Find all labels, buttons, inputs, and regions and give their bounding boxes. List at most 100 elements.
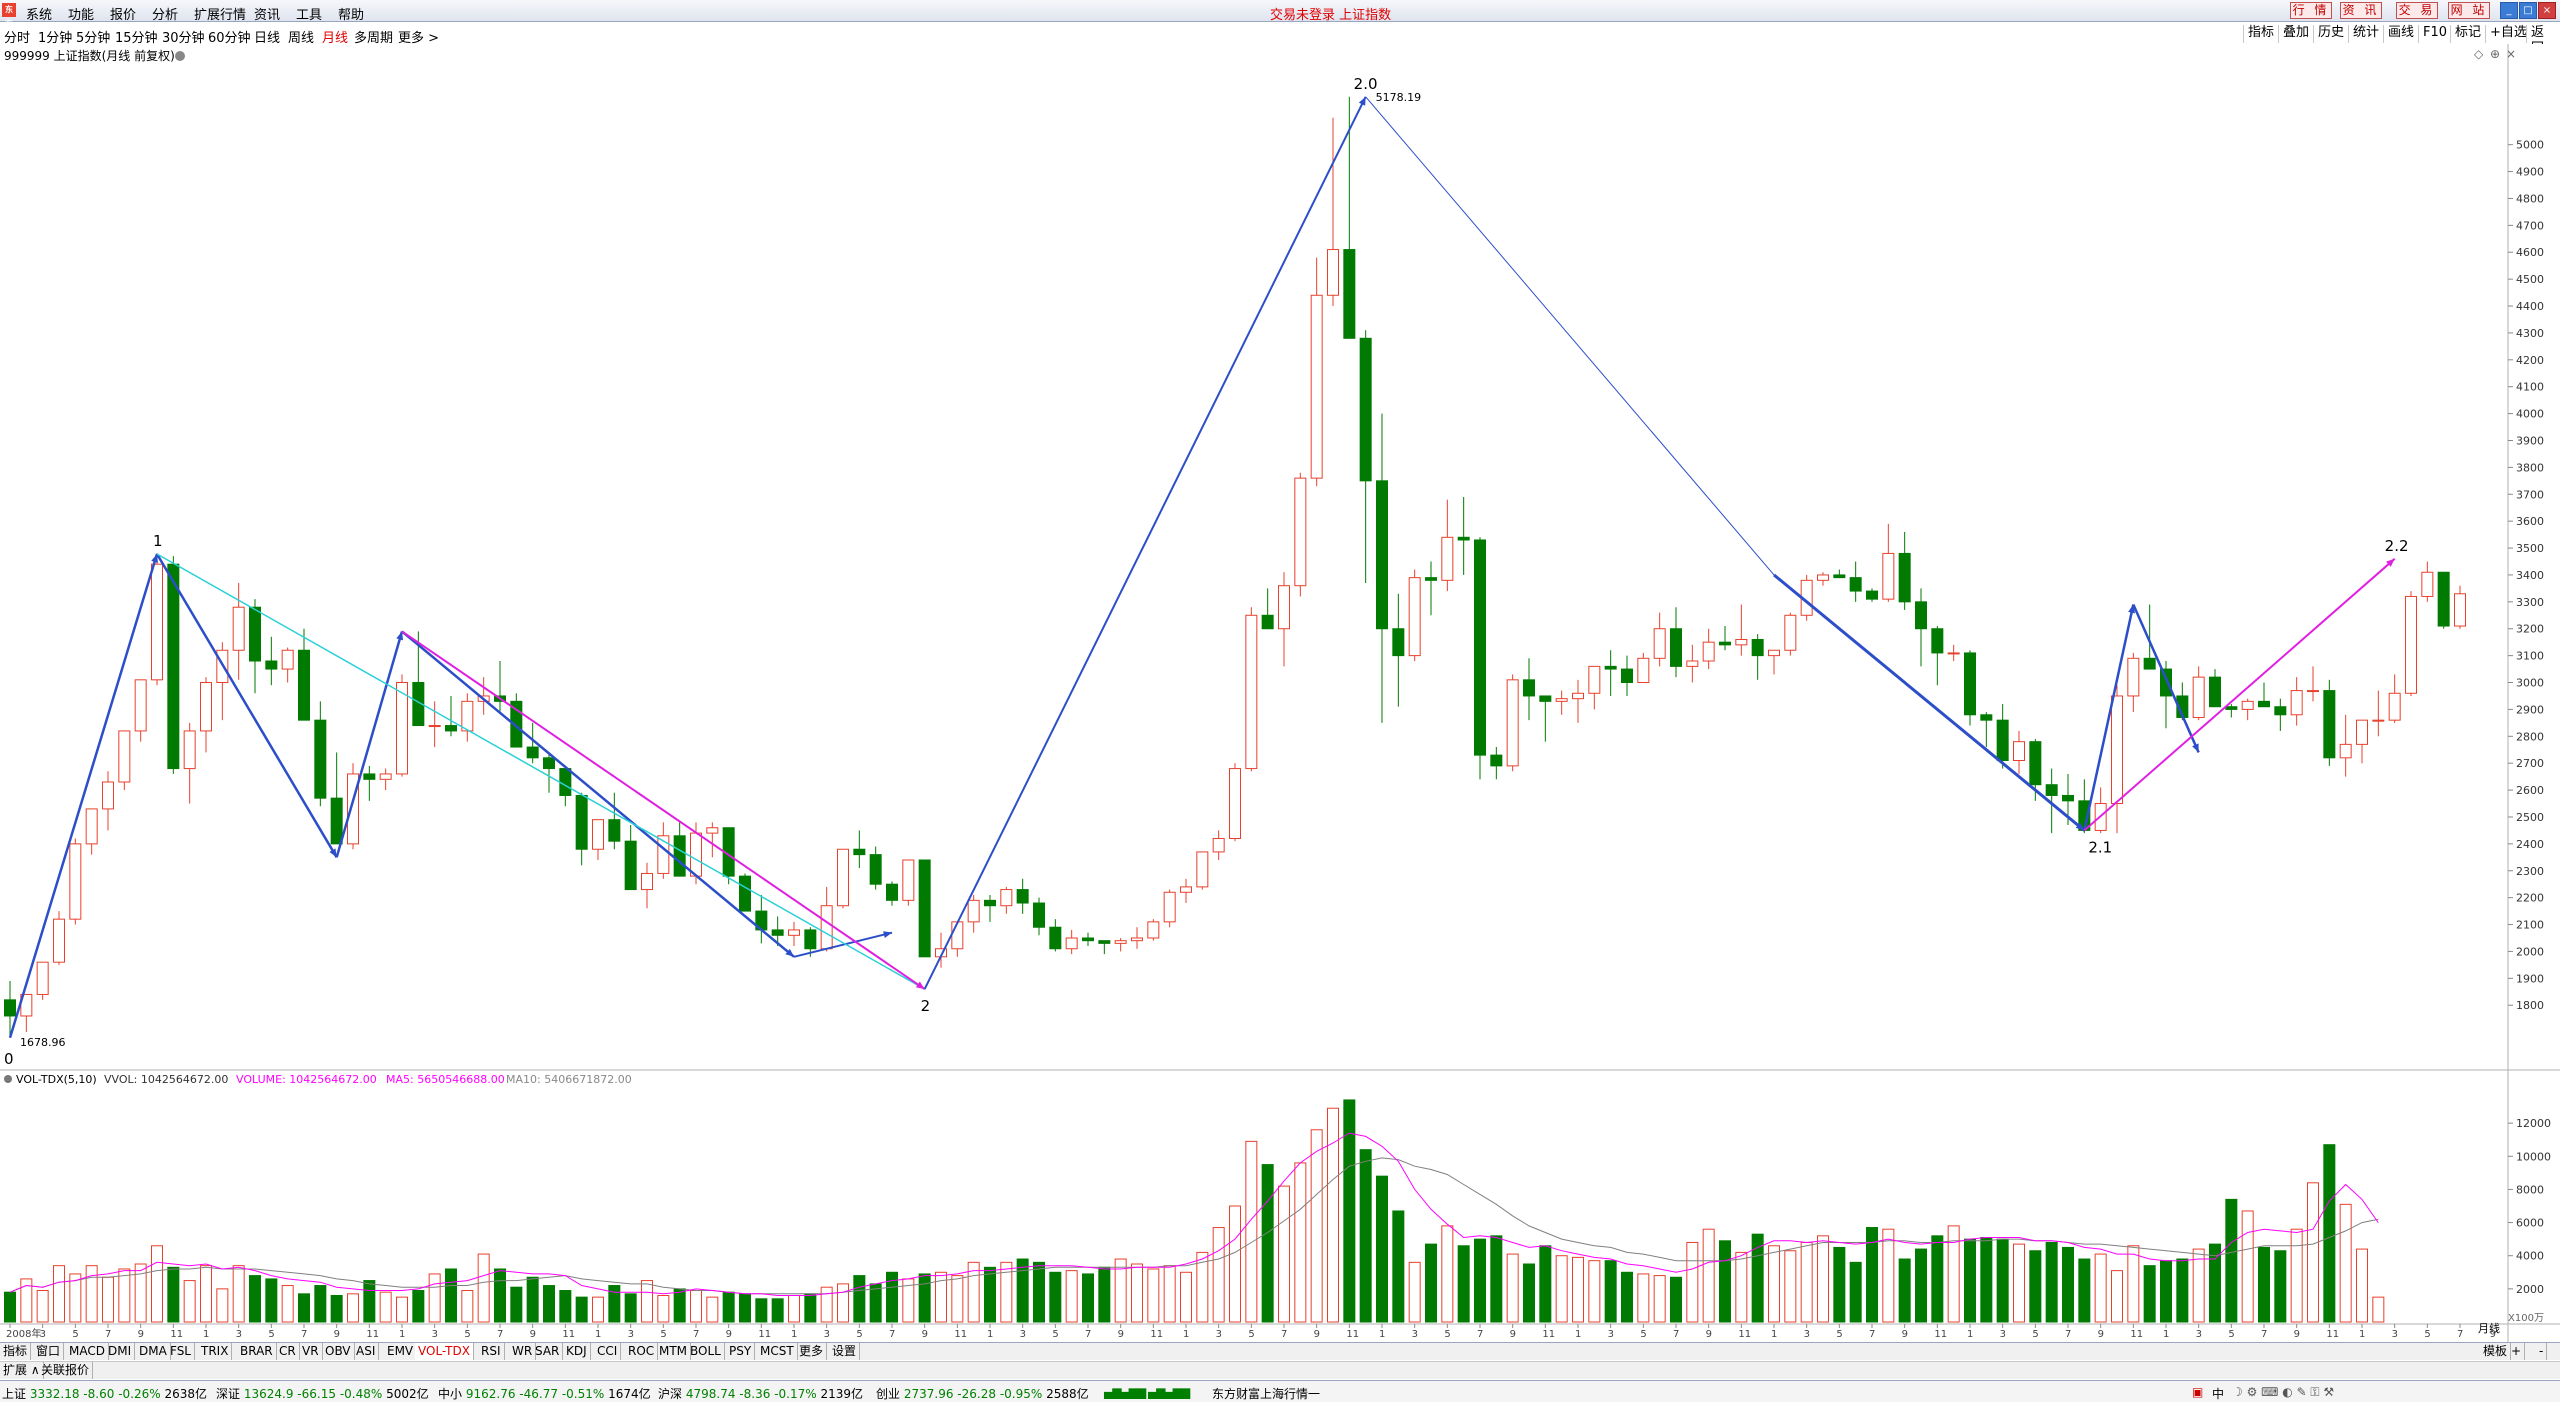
indicator-tab-sar[interactable]: SAR: [532, 1343, 564, 1360]
panel-close-icon[interactable]: ×: [2506, 47, 2516, 61]
close-icon[interactable]: ×: [2538, 2, 2556, 19]
volume-bar: [216, 1288, 229, 1323]
indicator-tab-[interactable]: 设置: [829, 1343, 861, 1360]
app-logo-icon[interactable]: 东方: [2, 3, 16, 28]
menu-function[interactable]: 功能: [68, 4, 94, 23]
menu-tools[interactable]: 工具: [296, 4, 322, 23]
candle: [36, 961, 49, 1000]
indicator-tab-boll[interactable]: BOLL: [687, 1343, 725, 1360]
diamond-icon[interactable]: ◇: [2474, 47, 2484, 61]
indicator-tab-dmi[interactable]: DMI: [105, 1343, 136, 1360]
app-tray-icon[interactable]: ▣: [2192, 1385, 2203, 1399]
indicator-tab-dma[interactable]: DMA: [136, 1343, 171, 1360]
indicator-tab-macd[interactable]: MACD: [66, 1343, 109, 1360]
hs-amount: 2139亿: [820, 1387, 864, 1401]
menu-news[interactable]: 资讯: [254, 4, 280, 23]
ticker-text[interactable]: 东方财富上海行情一: [1212, 1385, 1320, 1402]
volume-bar: [2078, 1258, 2091, 1323]
tool-history[interactable]: 历史: [2313, 25, 2348, 43]
candle: [69, 838, 82, 925]
indicator-tab-voltdx[interactable]: VOL-TDX: [415, 1343, 474, 1360]
maximize-icon[interactable]: □: [2519, 2, 2537, 19]
indicator-tab-rsi[interactable]: RSI: [478, 1343, 505, 1360]
candle-body: [330, 797, 343, 845]
indicator-tab-[interactable]: 指标: [0, 1343, 32, 1360]
candle-body: [118, 730, 131, 783]
volume-bar: [1931, 1235, 1944, 1323]
indicator-tab-[interactable]: 更多: [796, 1343, 828, 1360]
website-button[interactable]: 网 站: [2448, 2, 2490, 19]
volume-bar: [1359, 1149, 1372, 1323]
trade-button[interactable]: 交 易: [2396, 2, 2438, 19]
x-tick-label: 3: [1412, 1329, 1418, 1340]
ime-indicator[interactable]: 中: [2212, 1385, 2224, 1402]
template-tab-1[interactable]: +: [2508, 1343, 2526, 1360]
tray-icons[interactable]: ☽ ⚙ ⌨ ◐ ✎ ⚿ ⚒: [2232, 1385, 2334, 1400]
volume-settings-icon[interactable]: [4, 1075, 12, 1083]
candle: [1506, 674, 1519, 772]
candle: [118, 730, 131, 791]
indicator-tab-kdj[interactable]: KDJ: [563, 1343, 591, 1360]
tool-mark[interactable]: 标记: [2450, 25, 2485, 43]
tool-stats[interactable]: 统计: [2348, 25, 2383, 43]
indicator-tab-mcst[interactable]: MCST: [757, 1343, 798, 1360]
minimize-icon[interactable]: _: [2500, 2, 2518, 19]
indicator-tab-brar[interactable]: BRAR: [237, 1343, 277, 1360]
menu-system[interactable]: 系统: [26, 4, 52, 23]
price-tick-label: 3200: [2516, 623, 2544, 636]
indicator-tab-[interactable]: 窗口: [33, 1343, 65, 1360]
status-sz[interactable]: 深证 13624.9 -66.15 -0.48% 5002亿: [216, 1385, 429, 1402]
indicator-tab-vr[interactable]: VR: [299, 1343, 323, 1360]
tool-overlay[interactable]: 叠加: [2278, 25, 2313, 43]
status-hs[interactable]: 沪深 4798.74 -8.36 -0.17% 2139亿: [658, 1385, 863, 1402]
volume-bar: [1637, 1273, 1650, 1323]
indicator-tab-cci[interactable]: CCI: [594, 1343, 622, 1360]
indicator-tab-trix[interactable]: TRIX: [198, 1343, 233, 1360]
news-button[interactable]: 资 讯: [2340, 2, 2382, 19]
related-quote-tab[interactable]: 关联报价: [38, 1362, 94, 1379]
volume-bar: [771, 1298, 784, 1323]
indicator-tab-asi[interactable]: ASI: [353, 1343, 380, 1360]
hs-change: -8.36: [739, 1387, 771, 1401]
tool-add-watchlist[interactable]: +自选: [2485, 25, 2531, 43]
tool-draw[interactable]: 画线: [2383, 25, 2418, 43]
zx-name: 中小: [438, 1387, 463, 1401]
indicator-tab-emv[interactable]: EMV: [384, 1343, 418, 1360]
template-tab-0[interactable]: 模板: [2480, 1343, 2512, 1360]
x-tick-label: 11: [170, 1329, 183, 1340]
menu-help[interactable]: 帮助: [338, 4, 364, 23]
quote-button[interactable]: 行 情: [2290, 2, 2332, 19]
candle-body: [1604, 665, 1617, 670]
indicator-tab-mtm[interactable]: MTM: [656, 1343, 692, 1360]
indicator-tab-cr[interactable]: CR: [276, 1343, 300, 1360]
indicator-tab-fsl[interactable]: FSL: [167, 1343, 195, 1360]
template-tab-2[interactable]: -: [2536, 1343, 2548, 1360]
indicator-tab-psy[interactable]: PSY: [726, 1343, 756, 1360]
candle-body: [232, 606, 245, 651]
kline-chart[interactable]: 1800 1900 2000 2100 2200 2300 2400 2500 2600 2700…: [0, 44, 2560, 1342]
candle-body: [1931, 628, 1944, 654]
candle-body: [2127, 657, 2140, 697]
indicator-tab-obv[interactable]: OBV: [322, 1343, 355, 1360]
menu-analysis[interactable]: 分析: [152, 4, 178, 23]
candle-body: [918, 859, 931, 958]
volume-bar: [1784, 1250, 1797, 1323]
tool-f10[interactable]: F10: [2418, 25, 2451, 43]
settings-dot-icon[interactable]: [175, 51, 185, 61]
menu-ext-market[interactable]: 扩展行情: [194, 4, 246, 23]
status-zx[interactable]: 中小 9162.76 -46.77 -0.51% 1674亿: [438, 1385, 651, 1402]
volume-bar: [167, 1266, 180, 1323]
volume-bar: [1604, 1260, 1617, 1323]
volume-bar: [1065, 1270, 1078, 1323]
menu-quote[interactable]: 报价: [110, 4, 136, 23]
zoom-icon[interactable]: ⊕: [2490, 47, 2500, 61]
candle: [2405, 591, 2417, 696]
vvol-label: VVOL: 1042564672.00: [104, 1073, 228, 1086]
tool-back[interactable]: 返回: [2526, 25, 2560, 56]
status-sh[interactable]: 上证 3332.18 -8.60 -0.26% 2638亿: [2, 1385, 207, 1402]
tool-indicator[interactable]: 指标: [2243, 25, 2278, 43]
status-cy[interactable]: 创业 2737.96 -26.28 -0.95% 2588亿: [876, 1385, 1089, 1402]
candle-body: [1441, 536, 1454, 581]
indicator-tab-roc[interactable]: ROC: [625, 1343, 659, 1360]
candle-body: [265, 660, 278, 670]
